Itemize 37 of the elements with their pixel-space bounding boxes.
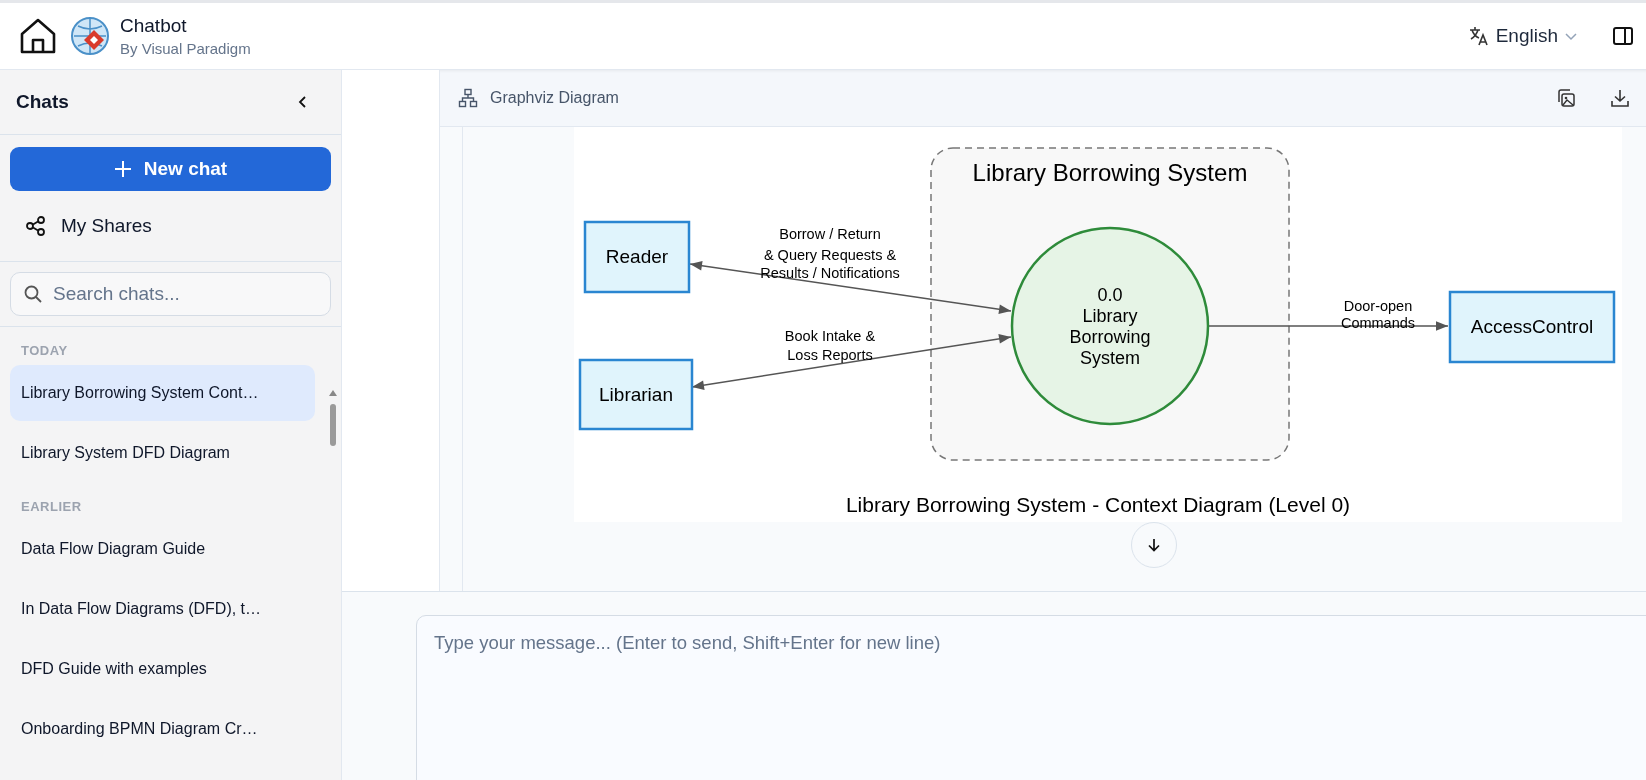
message-input[interactable]: Type your message... (Enter to send, Shift+Enter for new line) xyxy=(416,615,1646,780)
app-title: Chatbot xyxy=(120,15,188,37)
flow-label: Door-open Commands xyxy=(1340,298,1416,331)
new-chat-button[interactable]: New chat xyxy=(10,147,331,191)
download-icon[interactable] xyxy=(1610,88,1630,108)
node-label: AccessControl xyxy=(1470,316,1594,337)
share-icon xyxy=(25,215,47,237)
home-icon[interactable] xyxy=(18,16,58,56)
plus-icon xyxy=(113,160,132,178)
search-icon xyxy=(23,284,43,304)
chat-history-item[interactable]: Data Flow Diagram Guide xyxy=(10,521,315,577)
flow-label: Book Intake & Loss Reports xyxy=(784,328,876,363)
search-field[interactable]: Search chats... xyxy=(10,272,331,316)
node-label: Reader xyxy=(605,246,669,267)
logo-icon xyxy=(70,16,110,56)
arrow-down-icon xyxy=(1146,537,1162,553)
my-shares-link[interactable]: My Shares xyxy=(61,215,152,237)
node-label: 0.0 Library Borrowing System xyxy=(1069,284,1151,368)
app-subtitle: By Visual Paradigm xyxy=(120,40,251,57)
chat-history-item[interactable]: DFD Guide with examples xyxy=(10,641,315,697)
group-label: EARLIER xyxy=(20,497,83,516)
chat-history-item[interactable]: Onboarding BPMN Diagram Cr… xyxy=(10,701,315,757)
chat-history-item[interactable]: In Data Flow Diagrams (DFD), t… xyxy=(10,581,315,637)
chat-history-item[interactable]: Library System DFD Diagram xyxy=(10,425,315,481)
copy-image-icon[interactable] xyxy=(1556,88,1576,108)
code-block-title: Graphviz Diagram xyxy=(490,89,620,107)
group-label: TODAY xyxy=(20,341,69,360)
sidebar-title: Chats xyxy=(16,91,69,113)
hierarchy-icon xyxy=(458,88,478,108)
language-selector[interactable]: English xyxy=(1467,25,1578,47)
boundary-title: Library Borrowing System xyxy=(972,159,1248,186)
diagram-caption: Library Borrowing System - Context Diagram (Level 0) xyxy=(845,493,1351,516)
chat-history-item[interactable]: Library Borrowing System Cont… xyxy=(10,365,315,421)
sidebar-toggle-icon[interactable] xyxy=(1612,25,1634,47)
translate-icon xyxy=(1467,25,1490,47)
flow-label: Borrow / Return & Query Requests & Results / Notifications xyxy=(760,226,900,281)
node-label: Librarian xyxy=(599,383,673,405)
